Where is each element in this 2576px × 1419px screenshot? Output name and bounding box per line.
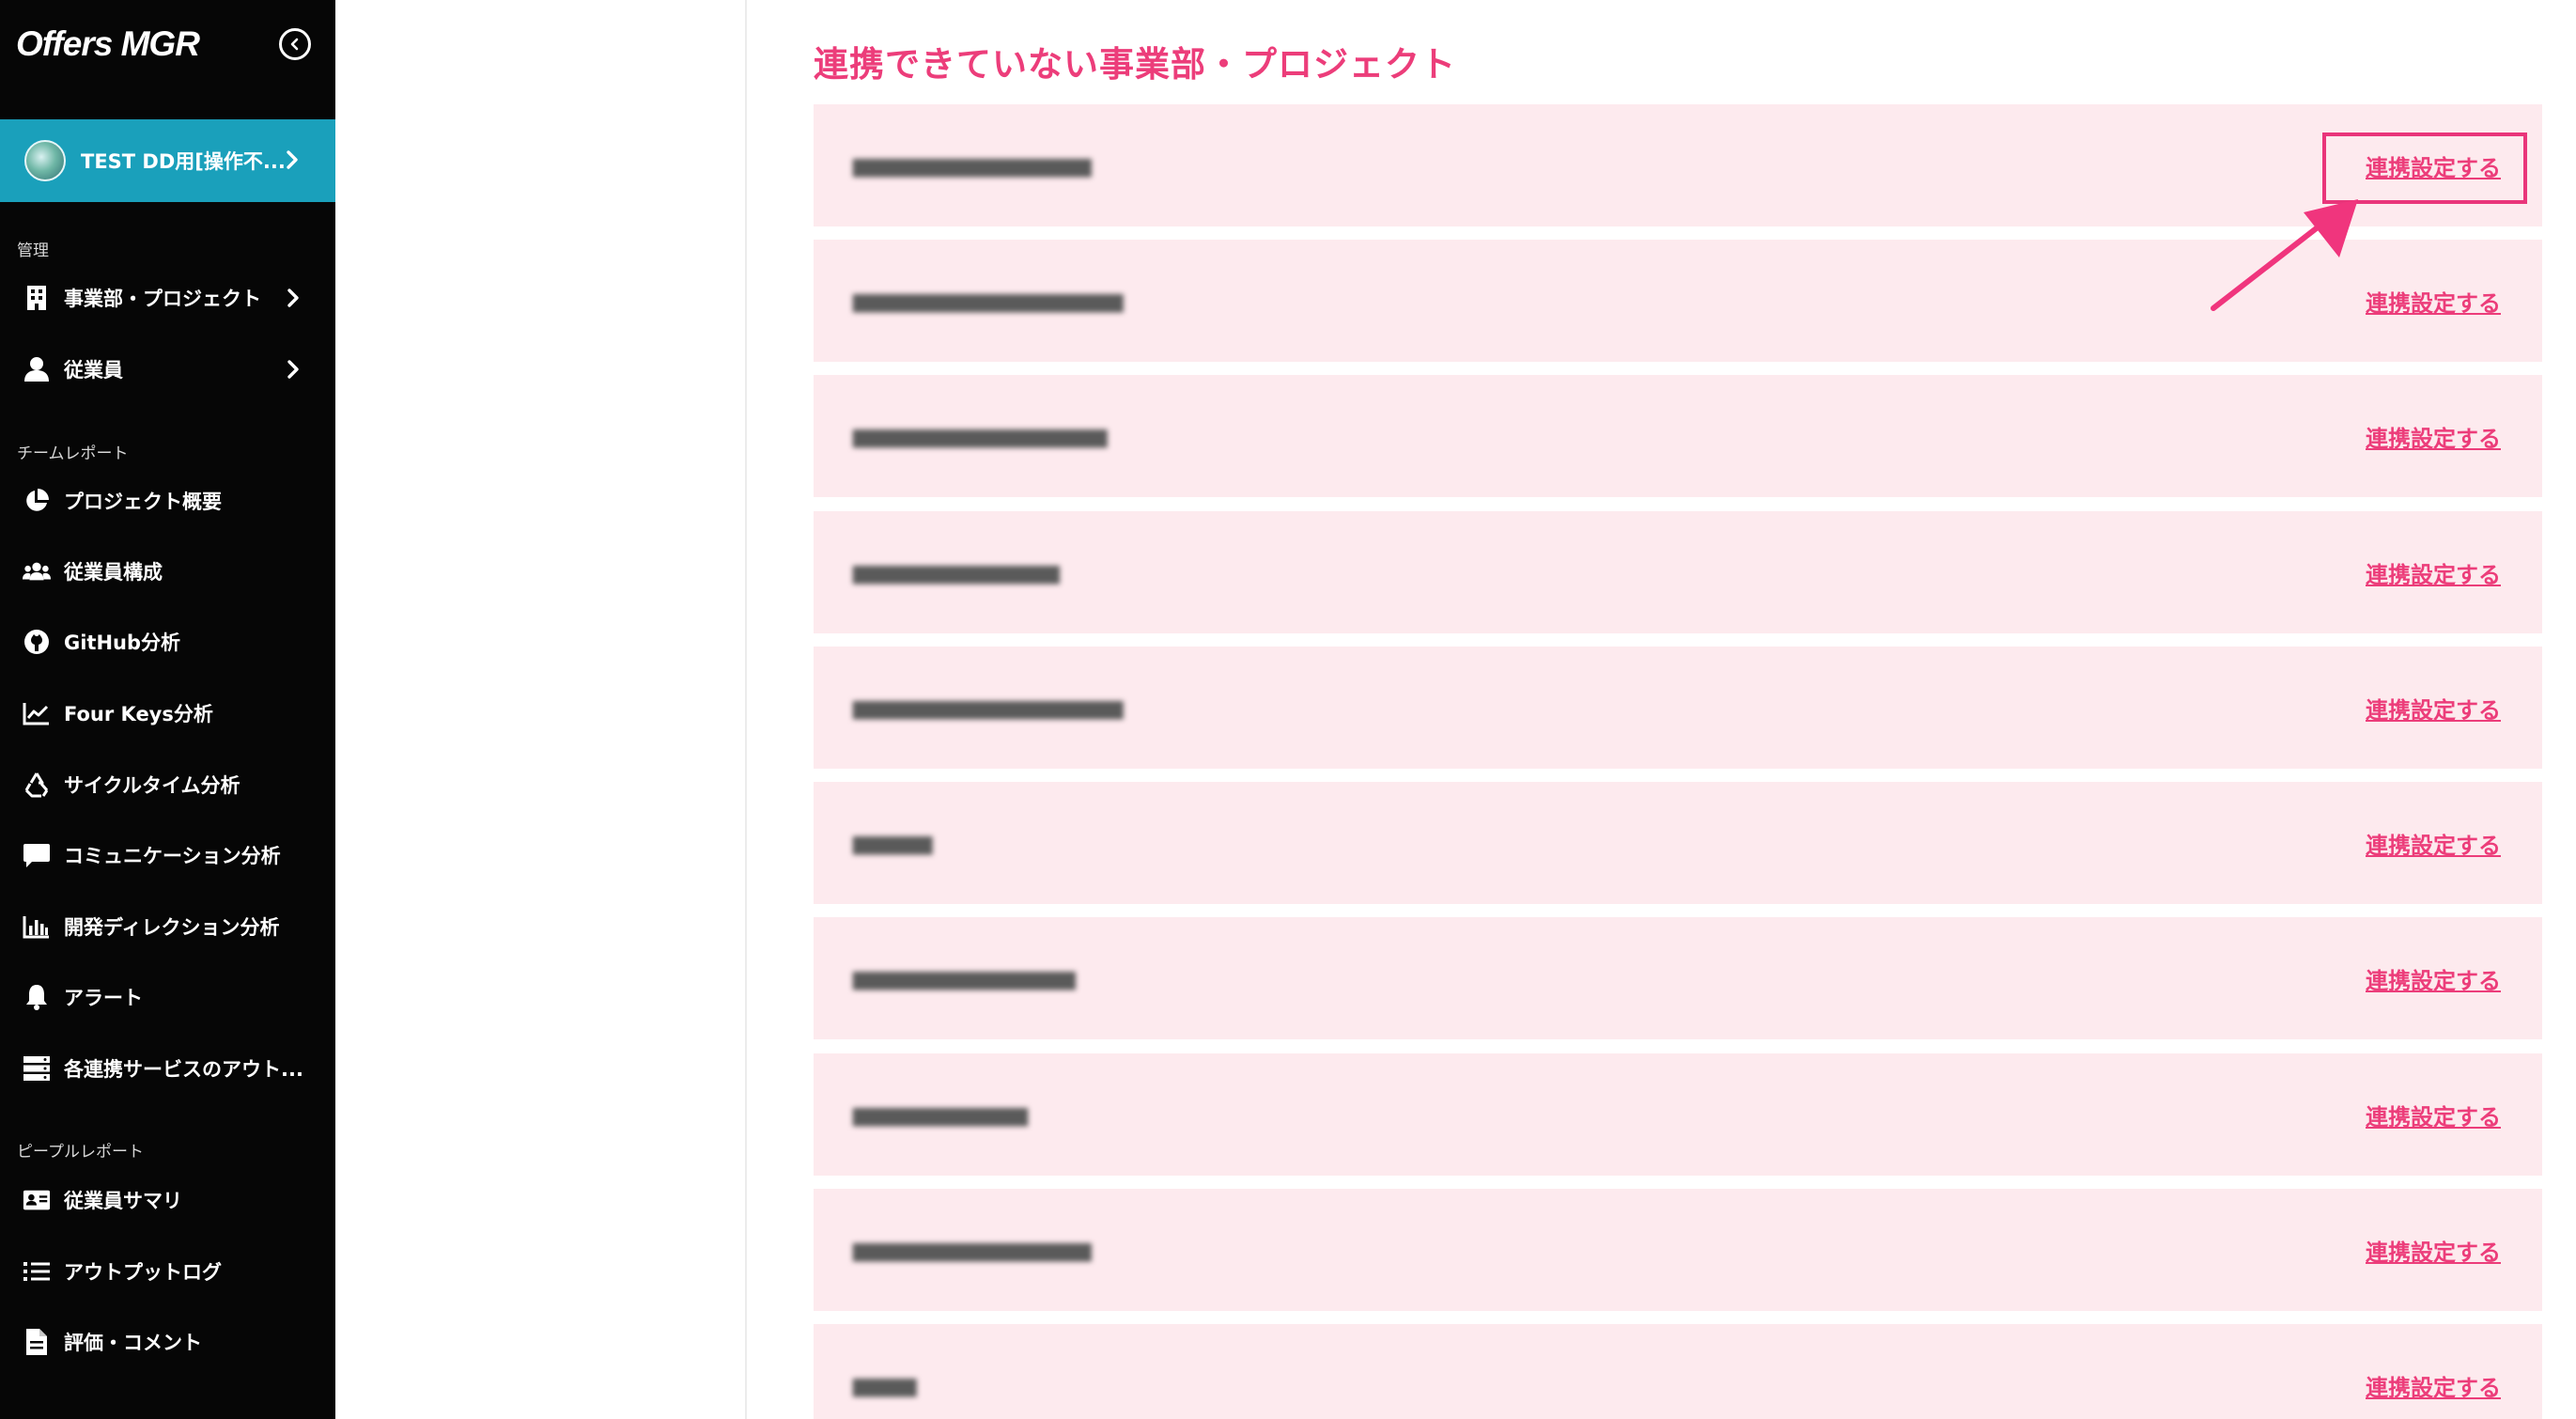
organization-avatar — [24, 140, 66, 181]
sidebar-item-label: コミュニケーション分析 — [64, 845, 281, 867]
sidebar-item-label: GitHub分析 — [64, 632, 181, 654]
sidebar-item-github-analysis[interactable]: GitHub分析 — [0, 616, 335, 668]
sidebar-item-label: 従業員構成 — [64, 561, 163, 584]
list-item: ▆▆▆▆▆ 連携設定する — [814, 782, 2542, 904]
sidebar-item-employee-summary[interactable]: 従業員サマリ — [0, 1174, 335, 1226]
section-label-people-report: ピープルレポート — [17, 1143, 144, 1162]
user-icon — [23, 355, 51, 383]
sidebar-item-four-keys-analysis[interactable]: Four Keys分析 — [0, 687, 335, 740]
sidebar-item-communication-analysis[interactable]: コミュニケーション分析 — [0, 829, 335, 881]
list-item: ▆▆▆▆▆▆▆▆▆▆▆▆▆▆▆ 連携設定する — [814, 1189, 2542, 1311]
github-icon — [23, 628, 51, 656]
item-name: ▆▆▆▆▆▆▆▆▆▆▆▆▆▆▆ — [853, 153, 1092, 178]
sidebar-item-label: アウトプットログ — [64, 1261, 222, 1284]
sidebar-item-label: サイクルタイム分析 — [64, 774, 241, 797]
list-icon — [23, 1257, 51, 1286]
page-title: 連携できていない事業部・プロジェクト — [814, 44, 1456, 85]
link-settings-button[interactable]: 連携設定する — [2366, 692, 2501, 725]
document-icon — [23, 1328, 51, 1356]
pie-chart-icon — [23, 487, 51, 515]
item-name: ▆▆▆▆▆▆▆▆▆▆▆▆▆▆ — [853, 966, 1076, 990]
chevron-right-icon — [287, 360, 299, 379]
list-item: ▆▆▆▆▆▆▆▆▆▆▆▆▆ 連携設定する — [814, 511, 2542, 633]
item-name: ▆▆▆▆▆▆▆▆▆▆▆ — [853, 1102, 1029, 1127]
sidebar-item-label: 従業員サマリ — [64, 1190, 182, 1212]
secondary-panel — [335, 0, 747, 1419]
recycle-icon — [23, 771, 51, 799]
link-settings-button[interactable]: 連携設定する — [2366, 1369, 2501, 1402]
item-name: ▆▆▆▆ — [853, 1373, 917, 1397]
link-settings-button[interactable]: 連携設定する — [2366, 962, 2501, 995]
link-settings-button[interactable]: 連携設定する — [2366, 285, 2501, 318]
item-name: ▆▆▆▆▆▆▆▆▆▆▆▆▆▆▆▆▆ — [853, 695, 1124, 720]
chevron-right-icon — [287, 150, 298, 169]
item-name: ▆▆▆▆▆▆▆▆▆▆▆▆▆▆▆▆▆ — [853, 288, 1124, 313]
sidebar-item-label: 従業員 — [64, 359, 123, 382]
item-name: ▆▆▆▆▆▆▆▆▆▆▆▆▆▆▆▆ — [853, 424, 1108, 448]
id-card-icon — [23, 1186, 51, 1214]
organization-switcher[interactable]: TEST DD用[操作不... — [0, 119, 335, 202]
sidebar-item-label: 評価・コメント — [64, 1332, 202, 1354]
organization-name: TEST DD用[操作不... — [81, 150, 286, 173]
sidebar-item-output-log[interactable]: アウトプットログ — [0, 1245, 335, 1298]
sidebar-item-alerts[interactable]: アラート — [0, 971, 335, 1023]
sidebar-item-service-outputs[interactable]: 各連携サービスのアウト... — [0, 1042, 335, 1095]
sidebar-item-project-overview[interactable]: プロジェクト概要 — [0, 475, 335, 527]
section-label-management: 管理 — [17, 242, 49, 260]
chat-bubble-icon — [23, 841, 51, 869]
sidebar-item-label: 事業部・プロジェクト — [64, 288, 261, 310]
sidebar-item-development-direction-analysis[interactable]: 開発ディレクション分析 — [0, 900, 335, 953]
building-icon — [23, 284, 51, 312]
chevron-right-icon — [287, 288, 299, 307]
server-icon — [23, 1054, 51, 1083]
link-settings-button[interactable]: 連携設定する — [2366, 1234, 2501, 1267]
link-settings-button[interactable]: 連携設定する — [2366, 420, 2501, 453]
sidebar-item-evaluation-comments[interactable]: 評価・コメント — [0, 1316, 335, 1368]
sidebar-item-label: アラート — [64, 987, 143, 1009]
item-name: ▆▆▆▆▆▆▆▆▆▆▆▆▆▆▆ — [853, 1238, 1092, 1262]
list-item: ▆▆▆▆▆▆▆▆▆▆▆ 連携設定する — [814, 1053, 2542, 1176]
link-settings-button[interactable]: 連携設定する — [2366, 556, 2501, 589]
bar-chart-icon — [23, 912, 51, 941]
link-settings-button[interactable]: 連携設定する — [2366, 1099, 2501, 1131]
sidebar-item-cycle-time-analysis[interactable]: サイクルタイム分析 — [0, 758, 335, 811]
link-settings-button[interactable]: 連携設定する — [2366, 827, 2501, 860]
sidebar-item-employee-composition[interactable]: 従業員構成 — [0, 545, 335, 598]
bell-icon — [23, 983, 51, 1011]
line-chart-icon — [23, 699, 51, 727]
users-icon — [23, 557, 51, 585]
chevron-left-icon — [290, 38, 299, 51]
sidebar-item-label: プロジェクト概要 — [64, 491, 222, 513]
sidebar-item-departments-projects[interactable]: 事業部・プロジェクト — [0, 272, 335, 324]
item-name: ▆▆▆▆▆ — [853, 831, 933, 855]
list-item: ▆▆▆▆ 連携設定する — [814, 1324, 2542, 1419]
sidebar-item-label: 各連携サービスのアウト... — [64, 1058, 303, 1081]
list-item: ▆▆▆▆▆▆▆▆▆▆▆▆▆▆▆▆ 連携設定する — [814, 375, 2542, 497]
sidebar: Offers MGR TEST DD用[操作不... 管理 事業部・プロジェクト — [0, 0, 335, 1419]
sidebar-item-label: Four Keys分析 — [64, 703, 213, 725]
section-label-team-report: チームレポート — [17, 444, 129, 463]
annotation-arrow-icon — [2211, 199, 2358, 311]
app-logo: Offers MGR — [16, 24, 200, 63]
sidebar-item-employees[interactable]: 従業員 — [0, 343, 335, 396]
item-name: ▆▆▆▆▆▆▆▆▆▆▆▆▆ — [853, 560, 1060, 585]
list-item: ▆▆▆▆▆▆▆▆▆▆▆▆▆▆▆▆▆ 連携設定する — [814, 647, 2542, 769]
sidebar-item-label: 開発ディレクション分析 — [64, 916, 280, 939]
list-item: ▆▆▆▆▆▆▆▆▆▆▆▆▆▆ 連携設定する — [814, 917, 2542, 1039]
collapse-sidebar-button[interactable] — [279, 28, 311, 60]
